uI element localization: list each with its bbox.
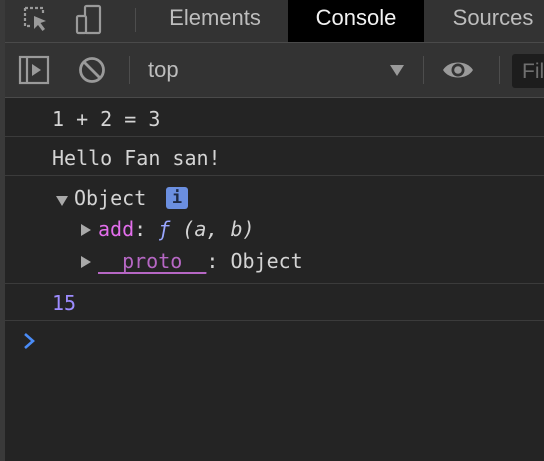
inspect-element-icon[interactable]	[19, 4, 53, 36]
console-message: 15	[5, 284, 544, 321]
toolbar-divider	[129, 56, 130, 84]
expand-triangle-icon[interactable]	[56, 196, 68, 206]
object-label[interactable]: Object	[74, 186, 146, 210]
collapse-triangle-icon[interactable]	[81, 256, 91, 268]
devtools-window: Elements Console Sources top Fil 1 + 2 =…	[0, 0, 544, 461]
message-text: 1 + 2 = 3	[52, 107, 161, 131]
toolbar-divider	[423, 56, 424, 84]
console-toolbar: top Filter	[5, 43, 544, 98]
info-badge[interactable]: i	[166, 187, 188, 209]
property-separator: :	[134, 217, 147, 241]
dropdown-arrow-icon	[388, 62, 406, 78]
tab-sources[interactable]: Sources	[433, 0, 544, 42]
clear-console-icon[interactable]	[75, 54, 109, 86]
filter-input[interactable]: Filter	[512, 54, 544, 88]
collapse-triangle-icon[interactable]	[81, 224, 91, 236]
context-selector[interactable]: top	[135, 51, 417, 89]
property-value: Object	[230, 249, 303, 273]
function-signature: (a, b)	[182, 217, 255, 241]
context-label: top	[148, 57, 179, 82]
console-object-message: Object i add: ƒ (a, b) __proto__: Object	[5, 176, 544, 284]
filter-placeholder: Filter	[522, 60, 544, 83]
sidebar-toggle-icon[interactable]	[17, 54, 51, 86]
tab-elements[interactable]: Elements	[149, 0, 281, 42]
property-key: add	[98, 217, 135, 241]
property-separator: :	[206, 249, 219, 273]
message-text: Hello Fan san!	[52, 146, 221, 170]
eye-icon[interactable]	[441, 54, 475, 86]
property-key: __proto__	[98, 249, 207, 273]
console-message: 1 + 2 = 3	[5, 98, 544, 137]
function-marker: ƒ	[158, 217, 171, 241]
tab-console[interactable]: Console	[288, 0, 424, 42]
prompt-chevron-icon[interactable]	[22, 331, 38, 351]
device-toolbar-icon[interactable]	[73, 4, 107, 36]
object-property-proto[interactable]: __proto__: Object	[98, 249, 303, 273]
object-property-add[interactable]: add: ƒ (a, b)	[98, 217, 255, 241]
toolbar-divider	[499, 56, 500, 84]
console-message: Hello Fan san!	[5, 137, 544, 176]
tab-bar: Elements Console Sources	[5, 0, 544, 43]
console-output: 1 + 2 = 3 Hello Fan san! Object i add: ƒ…	[5, 98, 544, 461]
number-output: 15	[52, 291, 77, 315]
tab-bar-divider	[135, 8, 136, 32]
